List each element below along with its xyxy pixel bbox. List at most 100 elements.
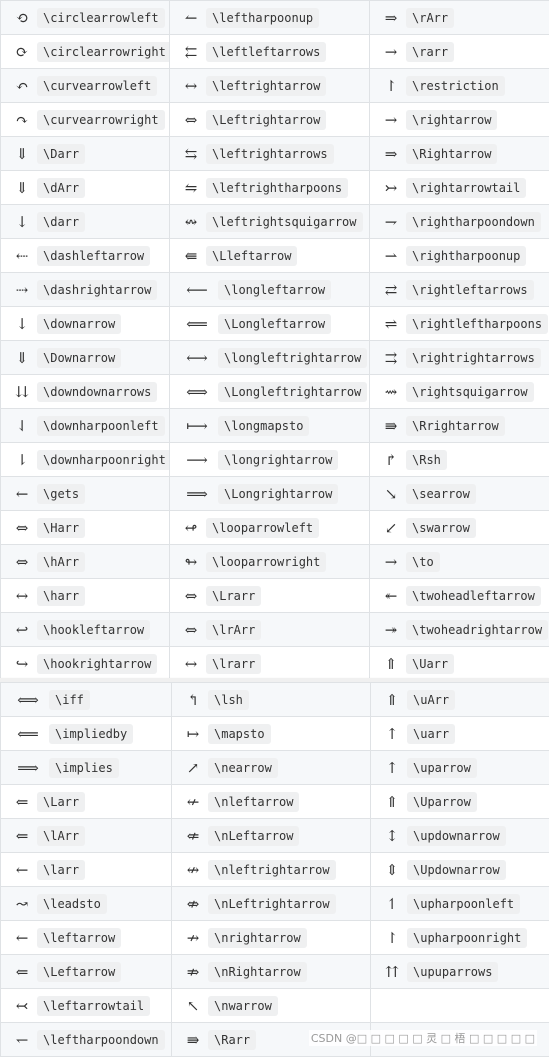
symbol-cell: ↼\leftharpoonup [170,1,370,35]
arrow-glyph-icon: ⇔ [182,621,200,639]
latex-command: \nLeftarrow [208,826,299,846]
latex-command: \Uparrow [407,792,477,812]
table-row: ↢\leftarrowtail↖\nwarrow [1,989,549,1023]
arrow-glyph-icon: ⇌ [382,315,400,333]
latex-command: \Harr [37,518,85,538]
arrow-glyph-icon: ↾ [383,929,401,947]
latex-command: \dashleftarrow [37,246,150,266]
latex-command: \rightleftharpoons [406,314,548,334]
table-row: ↓\darr↭\leftrightsquigarrow⇁\rightharpoo… [1,205,549,239]
latex-command: \nrightarrow [208,928,307,948]
latex-command: \Rightarrow [406,144,497,164]
latex-command: \Rrightarrow [406,416,505,436]
symbol-cell: ↔\leftrightarrow [170,69,370,103]
symbol-cell: ⇢\dashrightarrow [1,273,170,307]
symbol-cell: →\to [370,545,549,579]
symbol-cell: ⇍\nLeftarrow [172,819,371,853]
symbol-cell: →\rightarrow [370,103,549,137]
symbol-cell: ⇛ \Rrightarrow [370,409,549,443]
latex-command: \longrightarrow [218,450,338,470]
symbol-cell: ⇑\Uarr [370,647,549,681]
symbol-cell: ⟸\Longleftarrow [170,307,370,341]
latex-command: \implies [49,758,119,778]
arrow-glyph-icon: ↩ [13,621,31,639]
arrow-glyph-icon: ↫ [182,519,200,537]
symbol-cell: ↓\downarrow [1,307,170,341]
latex-command: \gets [37,484,85,504]
latex-command: \mapsto [208,724,271,744]
symbol-cell: ⟵\longleftarrow [170,273,370,307]
symbol-cell: ↔\harr [1,579,170,613]
latex-command: \circlearrowleft [37,8,165,28]
arrow-glyph-icon: ⟸ [182,315,212,333]
arrow-glyph-icon: ⇛ [382,417,400,435]
latex-command: \looparrowright [206,552,326,572]
symbol-cell: ↮\nleftrightarrow [172,853,371,887]
table-row: ⇓\dArr⇋\leftrightharpoons↣\rightarrowtai… [1,171,549,205]
latex-command: \leftarrowtail [37,996,150,1016]
symbol-cell: ⇈\upuparrows [371,955,549,989]
symbol-cell: ⟼\longmapsto [170,409,370,443]
table-row: ⇐\Leftarrow⇏\nRightarrow⇈\upuparrows [1,955,549,989]
arrow-glyph-icon: ↬ [182,553,200,571]
symbol-cell: ⇆\leftrightarrows [170,137,370,171]
symbol-cell [371,989,549,1023]
latex-command: \twoheadleftarrow [406,586,541,606]
latex-command: \uparrow [407,758,477,778]
symbol-cell: ⇑\uArr [371,683,549,717]
table-row: ⟲\circlearrowleft↼\leftharpoonup⇒\rArr [1,1,549,35]
latex-command: \lrArr [206,620,261,640]
latex-command: \lArr [37,826,85,846]
latex-command: \longmapsto [218,416,309,436]
latex-command: \nLeftrightarrow [208,894,336,914]
arrow-glyph-icon: ↔ [182,655,200,673]
arrow-glyph-icon: ⇔ [13,553,31,571]
arrow-glyph-icon: ↘ [382,485,400,503]
latex-command: \rightarrow [406,110,497,130]
arrow-glyph-icon: ⇢ [13,281,31,299]
arrow-glyph-icon: ⇔ [13,519,31,537]
symbol-cell: ⇒\Rightarrow [370,137,549,171]
arrow-glyph-icon: ↱ [382,451,400,469]
table-row: ⇢\dashrightarrow⟵\longleftarrow⇄\rightle… [1,273,549,307]
arrow-glyph-icon: ⇕ [383,861,401,879]
arrow-glyph-icon: ⟹ [182,485,212,503]
symbol-cell: ↔ \lrarr [170,647,370,681]
symbol-cell: ⇑\Uparrow [371,785,549,819]
arrow-glyph-icon: ↿ [383,895,401,913]
latex-command: \swarrow [406,518,476,538]
symbol-cell: ↶\curvearrowleft [1,69,170,103]
symbol-cell: ⇐\lArr [1,819,172,853]
arrow-glyph-icon: ⇉ [382,349,400,367]
latex-command: \circlearrowright [37,42,170,62]
symbol-cell: ⇉\rightrightarrows [370,341,549,375]
latex-command: \leftrightarrow [206,76,326,96]
latex-command: \lrarr [206,654,261,674]
symbol-cell: ⇏\nRightarrow [172,955,371,989]
latex-command: \hookleftarrow [37,620,150,640]
arrow-glyph-icon: ⟳ [13,43,31,61]
symbol-cell: ↛\nrightarrow [172,921,371,955]
latex-command: \leftrightharpoons [206,178,348,198]
latex-command: \Rarr [208,1030,256,1050]
symbol-cell: ↭\leftrightsquigarrow [170,205,370,239]
arrow-glyph-icon: ⇆ [182,145,200,163]
arrow-glyph-icon: ↓ [13,213,31,231]
arrow-glyph-icon: ↾ [382,77,400,95]
symbol-cell: ↿\upharpoonleft [371,887,549,921]
table-row: ⟸\impliedby↦\mapsto↑\uarr [1,717,549,751]
latex-command: \looparrowleft [206,518,319,538]
latex-command: \twoheadrightarrow [406,620,548,640]
table-row: ⇓\Downarrow⟷\longleftrightarrow⇉\rightri… [1,341,549,375]
latex-command: \hArr [37,552,85,572]
latex-command: \Leftrightarrow [206,110,326,130]
arrow-glyph-icon: ↦ [184,725,202,743]
symbol-cell: ⇓\dArr [1,171,170,205]
symbol-cell: ⇁\rightharpoondown [370,205,549,239]
latex-command: \iff [49,690,90,710]
latex-command: \curvearrowleft [37,76,157,96]
symbol-cell: ⇚\Lleftarrow [170,239,370,273]
latex-command: \searrow [406,484,476,504]
table-row: ←\leftarrow↛\nrightarrow↾\upharpoonright [1,921,549,955]
symbol-cell: ⇠\dashleftarrow [1,239,170,273]
